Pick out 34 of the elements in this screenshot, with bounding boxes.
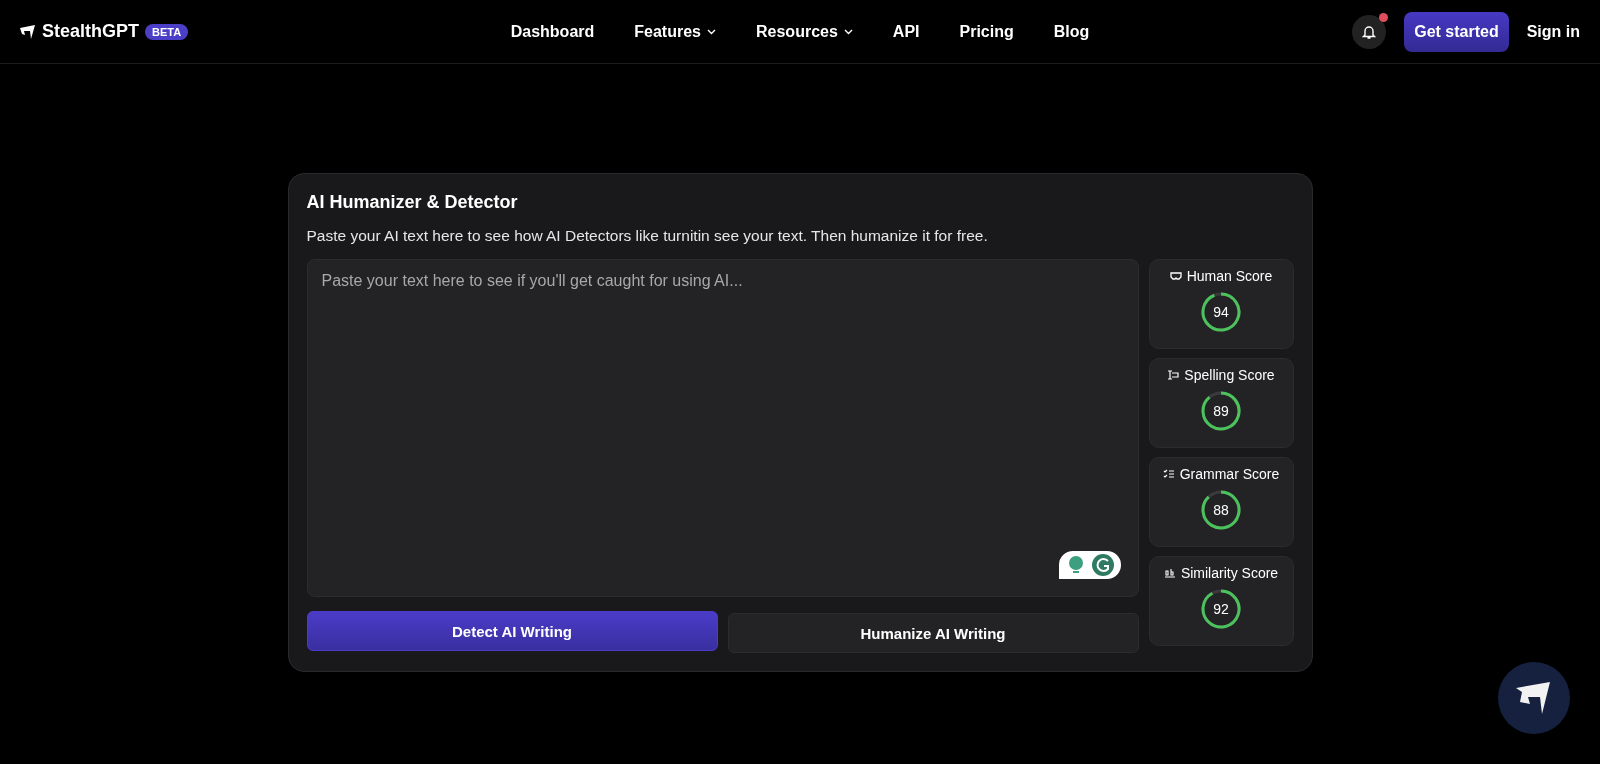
text-input[interactable]: Paste your text here to see if you'll get caught for using AI... — [306, 259, 1139, 597]
nav-link[interactable]: Features — [634, 23, 716, 41]
tool-description: Paste your AI text here to see how AI Detectors like turnitin see your text. Then humanize it for free. — [306, 227, 989, 245]
nav-link[interactable]: Resources — [756, 23, 853, 41]
brand-name[interactable]: StealthGPT — [42, 21, 139, 42]
nav-link[interactable]: Dashboard — [510, 23, 595, 41]
beta-badge: BETA — [145, 23, 189, 40]
text-cursor-icon — [1167, 370, 1180, 380]
score-label: Grammar Score — [1179, 466, 1280, 482]
nav-link[interactable]: Blog — [1053, 23, 1090, 41]
score-value: 89 — [1213, 403, 1229, 419]
get-started-button[interactable]: Get started — [1404, 11, 1509, 52]
score-label: Similarity Score — [1180, 565, 1279, 581]
checklist-icon — [1162, 469, 1175, 479]
nav-link[interactable]: API — [892, 23, 920, 41]
score-ring — [1201, 292, 1241, 332]
score-value: 88 — [1213, 502, 1229, 518]
score-label: Spelling Score — [1184, 367, 1275, 383]
nav-link[interactable]: Pricing — [959, 23, 1014, 41]
score-ring — [1201, 490, 1241, 530]
plane-logo-icon — [20, 24, 36, 39]
humanize-button[interactable]: Humanize AI Writing — [727, 613, 1139, 653]
score-ring — [1201, 391, 1241, 431]
score-label: Human Score — [1186, 268, 1273, 284]
tool-title: AI Humanizer & Detector — [306, 192, 519, 213]
mask-icon — [1169, 271, 1182, 281]
detect-button[interactable]: Detect AI Writing — [306, 611, 718, 651]
notification-button[interactable] — [1352, 14, 1387, 49]
bell-icon — [1362, 23, 1377, 40]
score-value: 92 — [1213, 601, 1229, 617]
score-ring — [1201, 589, 1241, 629]
sign-in-link[interactable]: Sign in — [1526, 22, 1580, 41]
plane-icon — [1516, 682, 1552, 714]
score-value: 94 — [1213, 304, 1229, 320]
